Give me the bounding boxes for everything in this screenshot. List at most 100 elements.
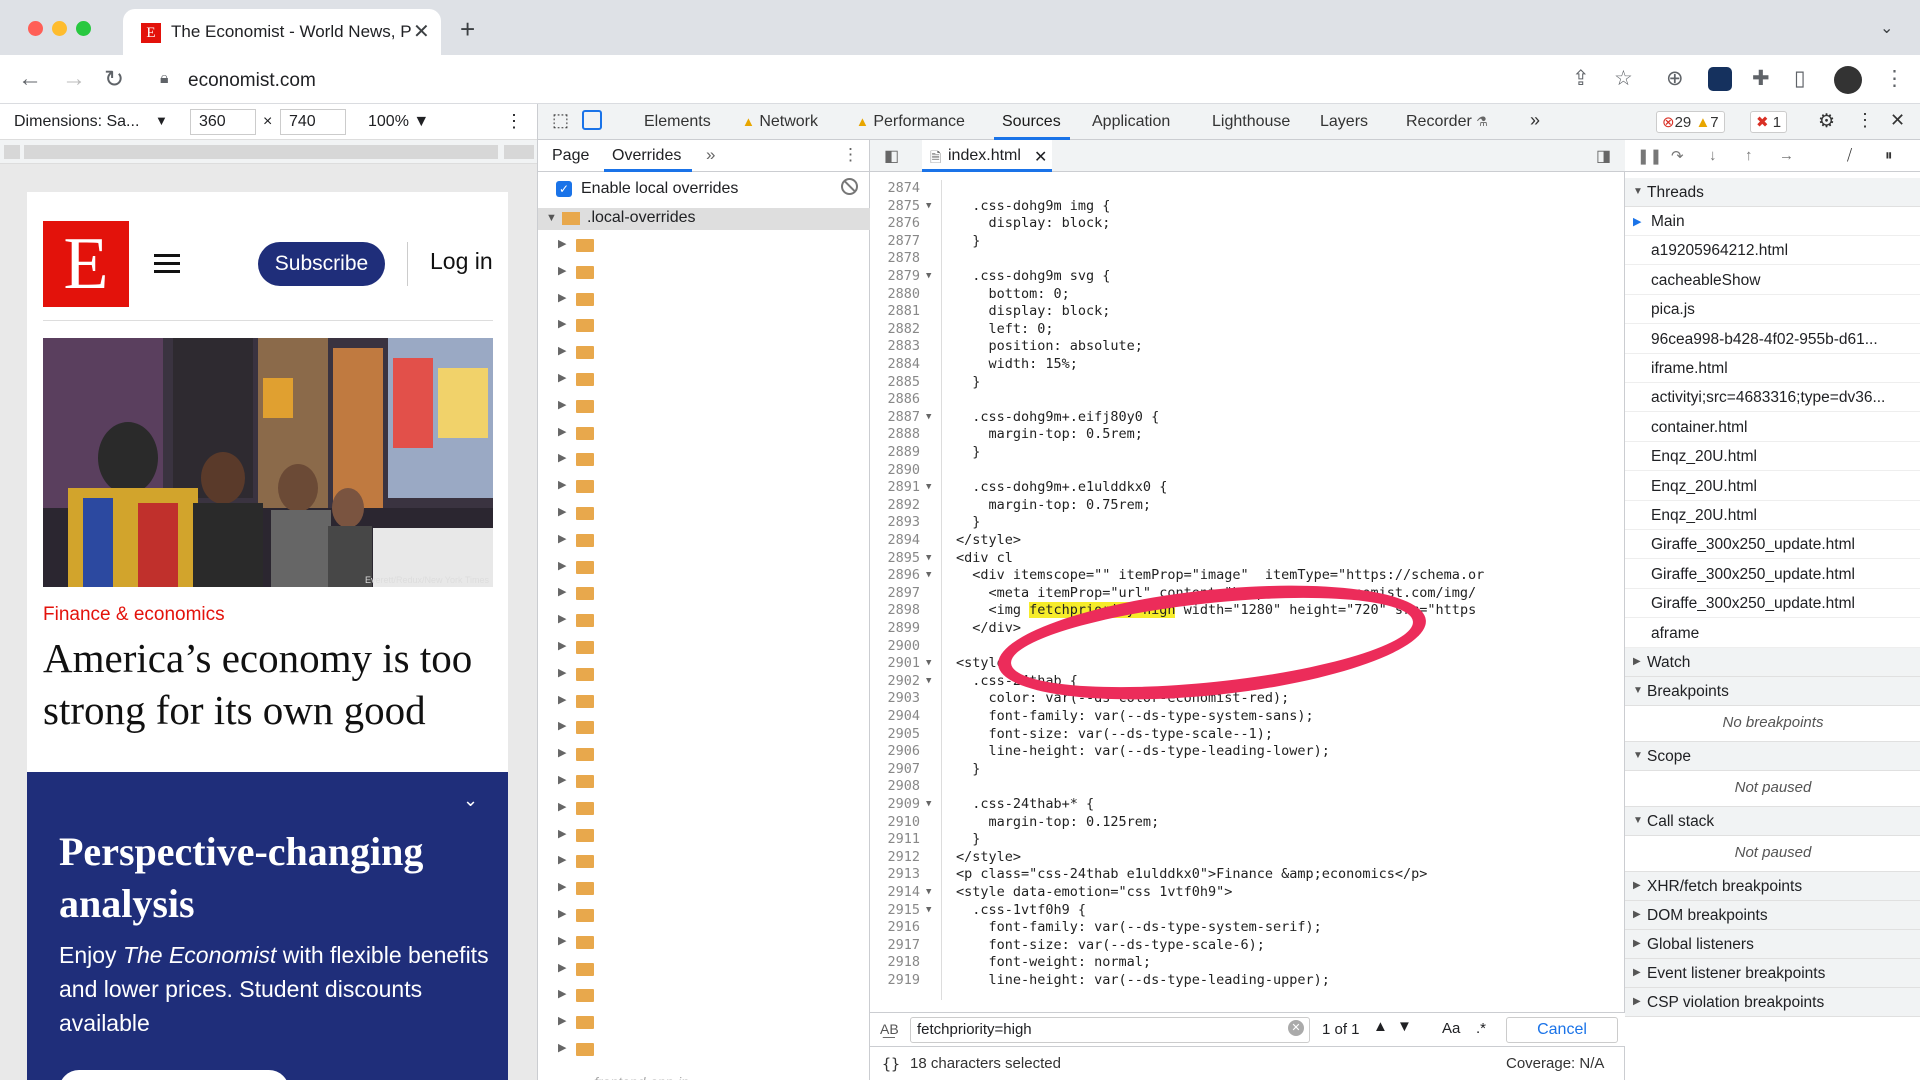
- thread-item[interactable]: 96cea998-b428-4f02-955b-d61...: [1625, 325, 1920, 354]
- thread-item[interactable]: ▶ Main: [1625, 207, 1920, 236]
- folder-row[interactable]: ▶: [558, 768, 858, 794]
- folder-row[interactable]: ▶: [558, 366, 858, 392]
- line-number[interactable]: 2883: [870, 338, 920, 354]
- line-number[interactable]: 2879: [870, 268, 920, 284]
- line-number[interactable]: 2891: [870, 479, 920, 495]
- tab-performance[interactable]: ▲ Performance: [856, 113, 965, 131]
- promo-cta-button[interactable]: [59, 1070, 289, 1080]
- line-number[interactable]: 2911: [870, 831, 920, 847]
- fold-triangle-icon[interactable]: ▼: [926, 676, 931, 686]
- threads-section-header[interactable]: ▼ Threads: [1625, 178, 1920, 207]
- line-number[interactable]: 2899: [870, 620, 920, 636]
- section-header[interactable]: ▼ Call stack: [1625, 807, 1920, 836]
- thread-item[interactable]: Enqz_20U.html: [1625, 501, 1920, 530]
- line-number[interactable]: 2919: [870, 972, 920, 988]
- line-number[interactable]: 2893: [870, 514, 920, 530]
- match-whole-word-icon[interactable]: A͟B: [880, 1021, 899, 1037]
- line-number[interactable]: 2903: [870, 690, 920, 706]
- line-number[interactable]: 2886: [870, 391, 920, 407]
- close-file-icon[interactable]: ✕: [1034, 147, 1047, 167]
- step-into-icon[interactable]: ↓: [1709, 147, 1717, 164]
- line-number[interactable]: 2880: [870, 286, 920, 302]
- line-number[interactable]: 2895: [870, 550, 920, 566]
- side-panel-icon[interactable]: ▯: [1794, 66, 1806, 91]
- back-arrow-icon[interactable]: ←: [18, 65, 42, 93]
- browser-menu-icon[interactable]: ⋮: [1884, 66, 1905, 91]
- more-tabs-button[interactable]: »: [1530, 110, 1540, 131]
- line-number[interactable]: 2889: [870, 444, 920, 460]
- tab-elements[interactable]: Elements: [644, 113, 711, 131]
- folder-row[interactable]: ▶: [558, 607, 858, 633]
- line-number[interactable]: 2887: [870, 409, 920, 425]
- step-icon[interactable]: →: [1779, 147, 1794, 164]
- close-window-button[interactable]: [28, 21, 43, 36]
- thread-item[interactable]: aframe: [1625, 619, 1920, 648]
- fold-triangle-icon[interactable]: ▼: [926, 271, 931, 281]
- dimensions-select[interactable]: Dimensions: Sa...: [14, 113, 139, 131]
- fold-triangle-icon[interactable]: ▼: [926, 201, 931, 211]
- new-tab-button[interactable]: +: [460, 14, 475, 45]
- folder-row[interactable]: ▶: [558, 554, 858, 580]
- step-out-icon[interactable]: ↑: [1745, 147, 1753, 164]
- folder-row[interactable]: ▶: [558, 473, 858, 499]
- hero-image[interactable]: Everett/Redux/New York Times: [43, 338, 493, 587]
- puzzle-extensions-icon[interactable]: ✚: [1752, 66, 1770, 91]
- line-number[interactable]: 2910: [870, 814, 920, 830]
- folder-row[interactable]: ▶: [558, 661, 858, 687]
- zoom-select[interactable]: 100% ▼: [368, 113, 429, 131]
- line-number[interactable]: 2894: [870, 532, 920, 548]
- line-number[interactable]: 2907: [870, 761, 920, 777]
- fold-triangle-icon[interactable]: ▼: [926, 412, 931, 422]
- folder-row[interactable]: ▶: [558, 956, 858, 982]
- folder-row[interactable]: ▶: [558, 232, 858, 258]
- line-number[interactable]: 2890: [870, 462, 920, 478]
- section-header[interactable]: ▶ Global listeners: [1625, 930, 1920, 959]
- line-number[interactable]: 2874: [870, 180, 920, 196]
- line-number[interactable]: 2878: [870, 250, 920, 266]
- line-number[interactable]: 2917: [870, 937, 920, 953]
- enable-overrides-checkbox[interactable]: ✓: [556, 181, 572, 197]
- toggle-debugger-icon[interactable]: ◨: [1596, 146, 1611, 166]
- thread-item[interactable]: Giraffe_300x250_update.html: [1625, 560, 1920, 589]
- extension-globe-icon[interactable]: ⊕: [1666, 66, 1684, 91]
- next-match-icon[interactable]: ▼: [1397, 1018, 1412, 1035]
- line-number[interactable]: 2896: [870, 567, 920, 583]
- media-query-ruler[interactable]: [0, 140, 537, 164]
- folder-row[interactable]: ▶: [558, 795, 858, 821]
- line-number[interactable]: 2914: [870, 884, 920, 900]
- economist-logo[interactable]: E: [43, 221, 129, 307]
- pause-icon[interactable]: ❚❚: [1637, 147, 1662, 165]
- hamburger-menu-icon[interactable]: [154, 254, 180, 278]
- line-number[interactable]: 2885: [870, 374, 920, 390]
- pretty-print-icon[interactable]: {}: [882, 1055, 900, 1073]
- profile-avatar[interactable]: [1834, 66, 1862, 94]
- fold-triangle-icon[interactable]: ▼: [926, 658, 931, 668]
- navigator-menu-icon[interactable]: ⋮: [842, 145, 859, 165]
- error-warning-counter[interactable]: ⊗29 ▲7: [1656, 111, 1725, 133]
- thread-item[interactable]: Enqz_20U.html: [1625, 442, 1920, 472]
- reload-icon[interactable]: ↻: [104, 65, 124, 94]
- forward-arrow-icon[interactable]: →: [62, 65, 86, 93]
- tab-search-chevron-icon[interactable]: ⌄: [1880, 18, 1893, 38]
- thread-item[interactable]: Giraffe_300x250_update.html: [1625, 589, 1920, 619]
- line-number[interactable]: 2901: [870, 655, 920, 671]
- folder-row[interactable]: ▶: [558, 982, 858, 1008]
- cancel-search-button[interactable]: Cancel: [1506, 1017, 1618, 1043]
- fold-triangle-icon[interactable]: ▼: [926, 887, 931, 897]
- thread-item[interactable]: activityi;src=4683316;type=dv36...: [1625, 383, 1920, 413]
- folder-row[interactable]: ▶: [558, 929, 858, 955]
- device-width-input[interactable]: 360: [190, 109, 256, 135]
- thread-item[interactable]: Enqz_20U.html: [1625, 472, 1920, 501]
- line-number[interactable]: 2888: [870, 426, 920, 442]
- folder-row[interactable]: ▶: [558, 822, 858, 848]
- folder-row[interactable]: ▶: [558, 741, 858, 767]
- zoom-window-button[interactable]: [76, 21, 91, 36]
- line-number[interactable]: 2909: [870, 796, 920, 812]
- section-header[interactable]: ▶ Event listener breakpoints: [1625, 959, 1920, 988]
- folder-row[interactable]: ▶: [558, 634, 858, 660]
- thread-item[interactable]: Giraffe_300x250_update.html: [1625, 530, 1920, 560]
- line-number[interactable]: 2918: [870, 954, 920, 970]
- section-header[interactable]: ▼ Scope: [1625, 742, 1920, 771]
- folder-row[interactable]: ▶: [558, 848, 858, 874]
- section-header[interactable]: ▶ CSP violation breakpoints: [1625, 988, 1920, 1017]
